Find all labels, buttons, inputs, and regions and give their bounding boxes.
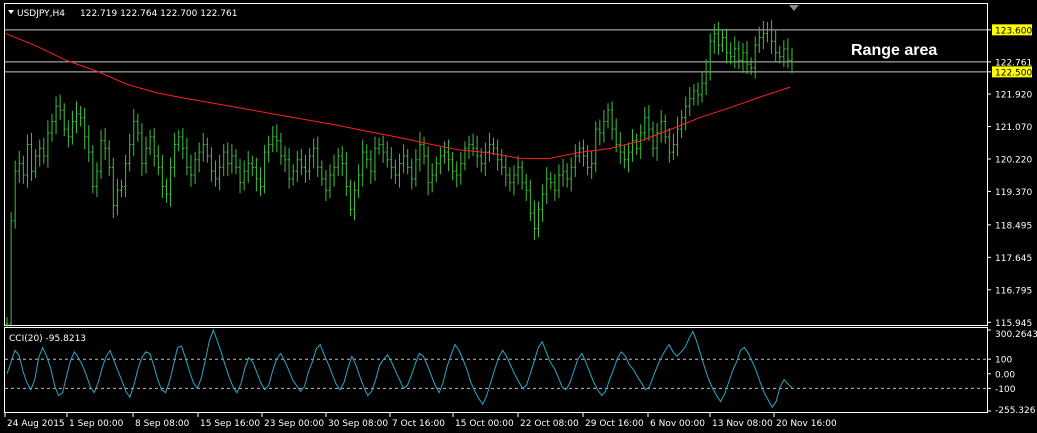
trading-chart[interactable]: USDJPY,H4 122.719 122.764 122.700 122.76… xyxy=(0,0,1037,433)
time-tick-label: 7 Oct 16:00 xyxy=(392,419,445,429)
time-tick-label: 13 Nov 08:00 xyxy=(712,419,773,429)
time-tick-label: 8 Sep 08:00 xyxy=(135,419,190,429)
time-tick-label: 6 Nov 00:00 xyxy=(650,419,705,429)
price-tick-label: 121.070 xyxy=(995,123,1032,133)
time-tick-label: 30 Sep 08:00 xyxy=(328,419,388,429)
cci-tick-label: 0.00 xyxy=(995,370,1015,380)
time-tick-label: 15 Sep 16:00 xyxy=(200,419,260,429)
price-panel[interactable]: USDJPY,H4 122.719 122.764 122.700 122.76… xyxy=(4,3,1033,335)
time-tick-label: 22 Oct 08:00 xyxy=(520,419,579,429)
time-tick-label: 23 Sep 00:00 xyxy=(264,419,324,429)
price-tick-label: 117.645 xyxy=(995,254,1032,264)
cci-tick-label: 100 xyxy=(995,356,1012,366)
cci-tick-label: -255.326 xyxy=(995,406,1036,416)
time-tick-label: 24 Aug 2015 xyxy=(7,419,65,429)
time-tick-label: 1 Sep 00:00 xyxy=(69,419,124,429)
cci-tick-label: -100 xyxy=(995,385,1016,395)
time-axis: 24 Aug 2015 1 Sep 00:00 8 Sep 08:00 15 Sep … xyxy=(4,412,837,429)
range-area-annotation: Range area xyxy=(851,42,937,59)
cci-panel-frame xyxy=(4,327,988,413)
symbol-label: USDJPY,H4 xyxy=(17,9,65,19)
price-tag-label: 123.600 xyxy=(995,26,1032,36)
time-tick-label: 15 Oct 00:00 xyxy=(455,419,514,429)
ohlc-values: 122.719 122.764 122.700 122.761 xyxy=(80,9,237,19)
cci-panel[interactable]: CCI(20) -95.8213 300.2643 100 0.00 -100 -255… xyxy=(4,327,1037,417)
cci-axis: 300.2643 100 0.00 -100 -255.326 xyxy=(987,329,1037,416)
time-tick-label: 29 Oct 16:00 xyxy=(585,419,644,429)
price-tick-label: 115.945 xyxy=(995,319,1032,329)
price-axis: 123.600122.761122.500121.920121.070120.2… xyxy=(987,24,1032,329)
price-tick-label: 119.370 xyxy=(995,188,1032,198)
price-panel-frame xyxy=(4,3,988,326)
price-tick-label: 120.220 xyxy=(995,155,1032,165)
price-tick-label: 121.920 xyxy=(995,91,1032,101)
time-tick-label: 20 Nov 16:00 xyxy=(776,419,837,429)
cci-tick-label: 300.2643 xyxy=(995,330,1037,340)
price-tag-label: 122.500 xyxy=(995,68,1032,78)
cci-label: CCI(20) -95.8213 xyxy=(9,334,86,344)
price-tick-label: 116.795 xyxy=(995,286,1032,296)
price-tick-label: 118.495 xyxy=(995,221,1032,231)
